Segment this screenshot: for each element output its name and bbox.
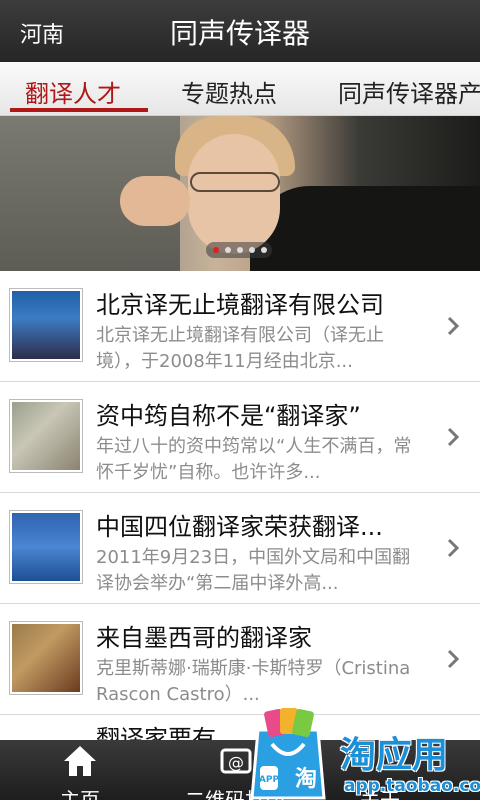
list-item[interactable]: 来自墨西哥的翻译家 克里斯蒂娜·瑞斯康·卡斯特罗（Cristina Rascon…	[0, 604, 480, 715]
carousel-dot[interactable]	[249, 247, 255, 253]
article-list: 北京译无止境翻译有限公司 北京译无止境翻译有限公司（译无止境），于2008年11…	[0, 271, 480, 775]
item-description: 年过八十的资中筠常以“人生不满百，常怀千岁忧”自称。也许许多...	[96, 436, 412, 483]
carousel-dot[interactable]	[261, 247, 267, 253]
carousel-indicator	[206, 242, 272, 258]
tab-special-topics[interactable]: 专题热点	[181, 74, 277, 109]
chevron-right-icon	[447, 538, 460, 558]
banner-hand	[120, 176, 190, 226]
banner-glasses	[190, 172, 280, 192]
item-title: 来自墨西哥的翻译家	[96, 624, 312, 652]
chevron-right-icon	[447, 649, 460, 669]
list-item[interactable]: 中国四位翻译家荣获翻译... 2011年9月23日，中国外文局和中国翻译协会举办…	[0, 493, 480, 604]
tab-bar: 翻译人才 专题热点 同声传译器产	[0, 62, 480, 116]
tab-interpreter-products[interactable]: 同声传译器产	[338, 74, 480, 109]
active-tab-indicator	[10, 108, 148, 112]
top-bar: 河南 同声传译器	[0, 0, 480, 62]
brand-name: 淘应用	[340, 735, 449, 776]
taobao-app-badge[interactable]: APP 淘 淘应用 app.taobao.com	[240, 704, 480, 800]
home-icon	[64, 746, 96, 776]
item-description: 2011年9月23日，中国外文局和中国翻译协会举办“第二届中译外高...	[96, 547, 411, 594]
bag-text: APP	[259, 775, 280, 785]
item-title: 中国四位翻译家荣获翻译...	[96, 513, 383, 541]
shopping-bag-icon: APP 淘	[250, 708, 326, 800]
app-title: 同声传译器	[169, 17, 310, 50]
banner-face	[188, 134, 280, 254]
item-description: 北京译无止境翻译有限公司（译无止境），于2008年11月经由北京...	[96, 325, 384, 372]
banner-carousel[interactable]	[0, 116, 480, 271]
carousel-dot[interactable]	[237, 247, 243, 253]
carousel-dot[interactable]	[225, 247, 231, 253]
chevron-right-icon	[447, 316, 460, 336]
nav-home[interactable]: 主页	[40, 740, 120, 800]
carousel-dot[interactable]	[213, 247, 219, 253]
item-description: 克里斯蒂娜·瑞斯康·卡斯特罗（Cristina Rascon Castro）..…	[96, 658, 411, 705]
item-title: 资中筠自称不是“翻译家”	[96, 402, 361, 430]
tab-translation-talent[interactable]: 翻译人才	[25, 74, 121, 109]
item-title: 北京译无止境翻译有限公司	[96, 291, 384, 319]
thumbnail	[9, 288, 83, 362]
svg-text:淘: 淘	[295, 766, 317, 792]
banner-shirt	[250, 186, 480, 271]
list-item[interactable]: 资中筠自称不是“翻译家” 年过八十的资中筠常以“人生不满百，常怀千岁忧”自称。也…	[0, 382, 480, 493]
thumbnail	[9, 621, 83, 695]
thumbnail	[9, 510, 83, 584]
brand-url: app.taobao.com	[344, 776, 480, 796]
list-item[interactable]: 北京译无止境翻译有限公司 北京译无止境翻译有限公司（译无止境），于2008年11…	[0, 271, 480, 382]
nav-home-label: 主页	[60, 788, 100, 800]
chevron-right-icon	[447, 427, 460, 447]
thumbnail	[9, 399, 83, 473]
